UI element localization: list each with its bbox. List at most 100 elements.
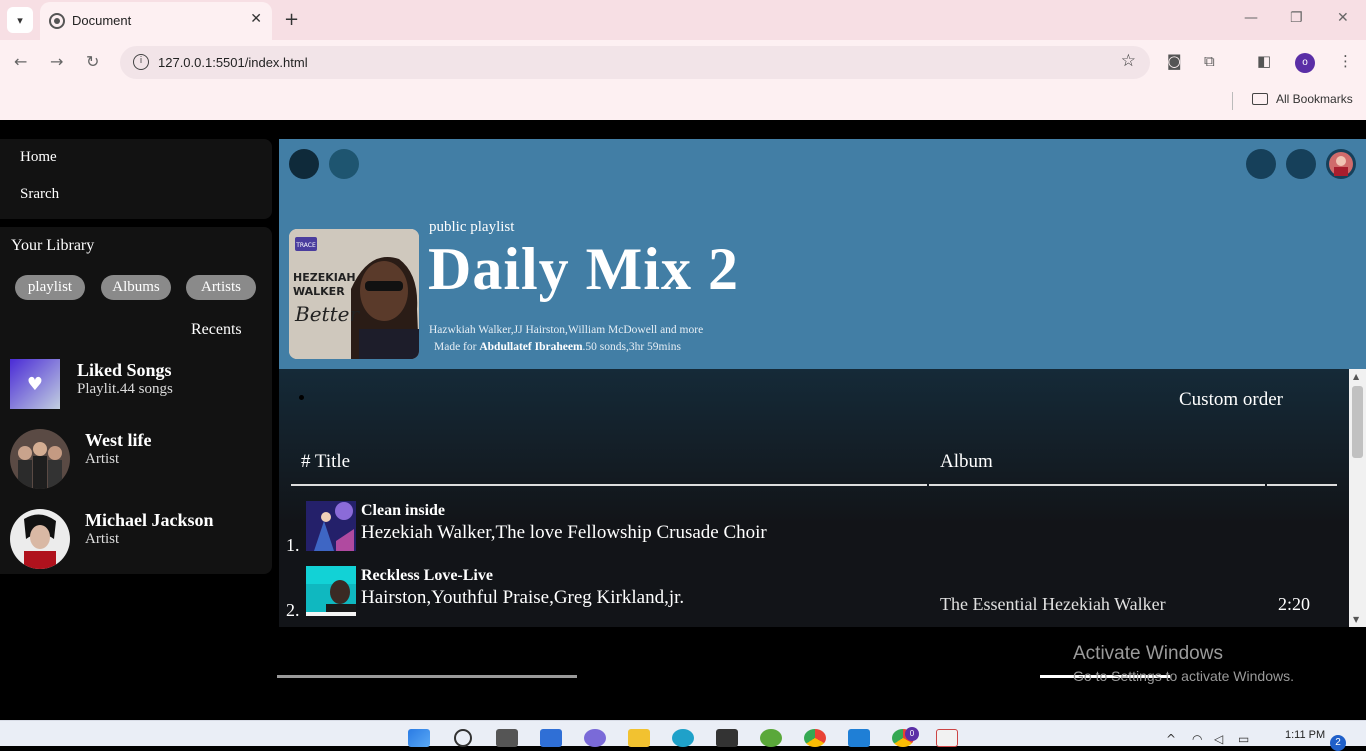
restore-button[interactable]: ❐ [1290,10,1303,26]
file-explorer-icon[interactable] [628,729,650,747]
tab-search-button[interactable]: ▾ [7,7,33,33]
track-duration: 2:20 [1278,594,1311,614]
all-bookmarks-link[interactable]: All Bookmarks [1276,92,1353,106]
playback-progress-bar[interactable] [277,675,577,678]
bullet [299,395,304,400]
chevron-up-icon[interactable]: ^ [1166,732,1176,746]
chrome-icon[interactable] [804,729,826,747]
activate-windows-title: Activate Windows [1073,643,1223,664]
app-icon[interactable] [936,729,958,747]
track-title[interactable]: Reckless Love-Live [361,567,493,585]
site-info-icon[interactable]: i [133,54,149,70]
track-number: 2. [286,600,300,620]
page: Home Srarch Your Library playlist Albums… [0,121,1366,699]
track-album[interactable]: The Essential Hezekiah Walker [940,594,1166,615]
scrollbar[interactable]: ▲ ▼ [1349,369,1366,627]
search-icon[interactable] [454,729,472,747]
made-for-prefix: Made for [434,341,477,353]
chip-artists[interactable]: Artists [186,275,256,300]
library-title: Your Library [11,237,95,254]
back-nav-button[interactable] [289,149,319,179]
track-artist[interactable]: Hezekiah Walker,The love Fellowship Crus… [361,522,767,544]
extensions-icon[interactable]: ⧉ [1204,52,1215,70]
action-button[interactable] [1246,149,1276,179]
michael-jackson-subtitle: Artist [85,531,120,547]
chip-playlist[interactable]: playlist [15,275,85,300]
liked-songs-subtitle: Playlit.44 songs [77,381,173,397]
action-button[interactable] [1286,149,1316,179]
chip-albums[interactable]: Albums [101,275,171,300]
main-panel: TRACE HEZEKIAH WALKER Better public play… [279,139,1366,627]
chat-icon[interactable] [584,729,606,747]
scroll-up-icon[interactable]: ▲ [1353,372,1359,381]
cover-line1: HEZEKIAH [293,271,356,284]
track-number: 1. [286,535,300,555]
library-panel: Your Library playlist Albums Artists Rec… [0,227,272,574]
recents-sort[interactable]: Recents [191,321,242,339]
profile-avatar[interactable]: o [1295,53,1315,73]
forward-button[interactable]: → [50,52,63,71]
battery-icon[interactable]: ▭ [1238,732,1249,746]
task-view-icon[interactable] [496,729,518,747]
divider [291,484,927,486]
column-title: # Title [301,451,351,472]
globe-icon [49,13,65,29]
westlife-avatar[interactable] [10,429,70,489]
folder-icon [1252,93,1268,105]
track-thumbnail [306,566,356,616]
profile-badge: 0 [905,727,919,741]
activate-windows-subtitle: Go to Settings to activate Windows. [1073,668,1294,684]
address-bar[interactable]: i 127.0.0.1:5501/index.html ☆ [120,46,1150,79]
playlist-meta: Made for Abdullatef Ibraheem.50 sonds,3h… [434,341,681,353]
liked-songs-title[interactable]: Liked Songs [77,360,172,381]
user-avatar[interactable] [1326,149,1356,179]
volume-icon[interactable]: ◁ [1214,732,1223,746]
track-title[interactable]: Clean inside [361,502,445,520]
michael-jackson-avatar[interactable] [10,509,70,569]
search-link[interactable]: Srarch [20,186,59,203]
edge-icon[interactable] [672,729,694,747]
vscode-icon[interactable] [848,729,870,747]
back-button[interactable]: ← [14,52,27,71]
wifi-icon[interactable]: ◠ [1192,732,1202,746]
made-for-user[interactable]: Abdullatef Ibraheem [479,341,582,353]
divider [1267,484,1337,486]
divider [929,484,1265,486]
track-artist[interactable]: Hairston,Youthful Praise,Greg Kirkland,j… [361,587,684,609]
side-panel-icon[interactable]: ◧ [1257,52,1271,70]
menu-icon[interactable]: ⋮ [1338,52,1353,70]
bookmark-star-icon[interactable]: ☆ [1121,51,1136,71]
windows-start-icon[interactable] [408,729,430,747]
westlife-title[interactable]: West life [85,430,151,451]
playlist-type-label: public playlist [429,219,515,235]
custom-order-button[interactable]: Custom order [1179,389,1283,411]
bookmarks-bar: All Bookmarks [0,86,1366,120]
scroll-down-icon[interactable]: ▼ [1353,615,1359,624]
nav-panel: Home Srarch [0,139,272,219]
heart-icon[interactable]: ♥ [10,359,60,409]
windows-taskbar: 0 ^ ◠ ◁ ▭ 1:11 PM 2 [0,720,1366,751]
home-link[interactable]: Home [20,149,57,166]
close-window-button[interactable]: ✕ [1337,10,1349,26]
column-album: Album [940,451,993,472]
widgets-icon[interactable] [540,729,562,747]
notification-badge[interactable]: 2 [1330,735,1346,751]
app-icon[interactable] [760,729,782,747]
camera-icon[interactable]: ◙ [1167,52,1182,70]
close-tab-icon[interactable]: ✕ [250,11,262,27]
minimize-button[interactable]: — [1244,10,1258,26]
reload-button[interactable]: ↻ [86,52,99,71]
browser-tab-bar: ▾ Document ✕ + — ❐ ✕ [0,0,1366,40]
new-tab-button[interactable]: + [284,9,299,30]
browser-tab[interactable]: Document ✕ [40,2,272,40]
store-icon[interactable] [716,729,738,747]
clock[interactable]: 1:11 PM [1285,729,1325,741]
url-text: 127.0.0.1:5501/index.html [158,55,308,70]
scrollbar-thumb[interactable] [1352,386,1363,458]
michael-jackson-title[interactable]: Michael Jackson [85,510,214,531]
browser-toolbar: ← → ↻ i 127.0.0.1:5501/index.html ☆ ◙ ⧉ … [0,40,1366,86]
tab-title: Document [72,13,132,28]
forward-nav-button[interactable] [329,149,359,179]
cover-line2: WALKER [293,285,345,298]
track-thumbnail [306,501,356,551]
